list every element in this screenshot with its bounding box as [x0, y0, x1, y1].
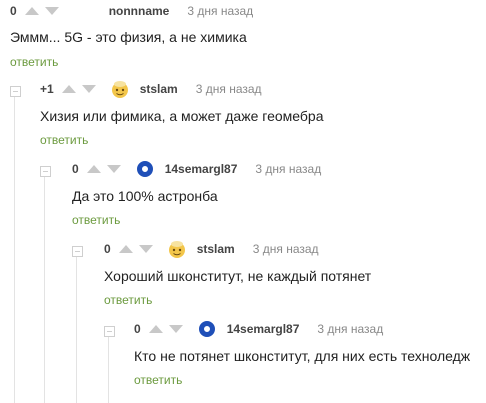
upvote-icon[interactable]	[148, 325, 163, 333]
downvote-icon[interactable]	[81, 85, 96, 93]
comment-text: Да это 100% астронба	[72, 188, 218, 204]
score: 0	[72, 162, 79, 176]
comment-text: Хизия или фимика, а может даже геомебра	[40, 108, 324, 124]
downvote-icon[interactable]	[168, 325, 183, 333]
comment-text: Эммм... 5G - это физия, а не химика	[10, 29, 247, 45]
score: 0	[10, 4, 17, 18]
thread-line	[14, 92, 15, 403]
comment-header: +1 stslam 3 дня назад	[40, 80, 262, 98]
upvote-icon[interactable]	[61, 85, 76, 93]
timestamp[interactable]: 3 дня назад	[187, 4, 253, 18]
collapse-button[interactable]	[72, 246, 83, 257]
thread-line	[108, 336, 109, 403]
username[interactable]: 14semargl87	[227, 322, 300, 336]
score: 0	[134, 322, 141, 336]
upvote-icon[interactable]	[24, 7, 39, 15]
comment-text: Хороший шконститут, не каждый потянет	[104, 268, 372, 284]
reply-link[interactable]: ответить	[72, 213, 120, 227]
timestamp[interactable]: 3 дня назад	[196, 82, 262, 96]
comment-header: 0 14semargl87 3 дня назад	[72, 160, 321, 178]
upvote-icon[interactable]	[86, 165, 101, 173]
emoji-face-icon[interactable]	[167, 239, 187, 259]
downvote-icon[interactable]	[44, 7, 59, 15]
reply-link[interactable]: ответить	[40, 133, 88, 147]
reply-link[interactable]: ответить	[134, 373, 182, 387]
score: 0	[104, 242, 111, 256]
reply-link[interactable]: ответить	[104, 293, 152, 307]
collapse-button[interactable]	[40, 166, 51, 177]
thread-line	[76, 256, 77, 403]
username[interactable]: stslam	[197, 242, 235, 256]
upvote-icon[interactable]	[118, 245, 133, 253]
reply-link[interactable]: ответить	[10, 55, 58, 69]
emoji-face-icon[interactable]	[110, 79, 130, 99]
username[interactable]: nonnname	[109, 4, 170, 18]
username[interactable]: 14semargl87	[165, 162, 238, 176]
collapse-button[interactable]	[104, 326, 115, 337]
downvote-icon[interactable]	[138, 245, 153, 253]
thread-line	[44, 176, 45, 403]
comment-header: 0 14semargl87 3 дня назад	[134, 320, 383, 338]
score: +1	[40, 82, 54, 96]
downvote-icon[interactable]	[106, 165, 121, 173]
comment-header: 0 stslam 3 дня назад	[104, 240, 319, 258]
timestamp[interactable]: 3 дня назад	[255, 162, 321, 176]
username[interactable]: stslam	[140, 82, 178, 96]
timestamp[interactable]: 3 дня назад	[253, 242, 319, 256]
blue-swirl-icon[interactable]	[197, 319, 217, 339]
blue-swirl-icon[interactable]	[135, 159, 155, 179]
comment-text: Кто не потянет шконститут, для них есть …	[134, 348, 471, 364]
comment-header: 0 nonnname 3 дня назад	[10, 2, 253, 20]
timestamp[interactable]: 3 дня назад	[317, 322, 383, 336]
collapse-button[interactable]	[10, 86, 21, 97]
